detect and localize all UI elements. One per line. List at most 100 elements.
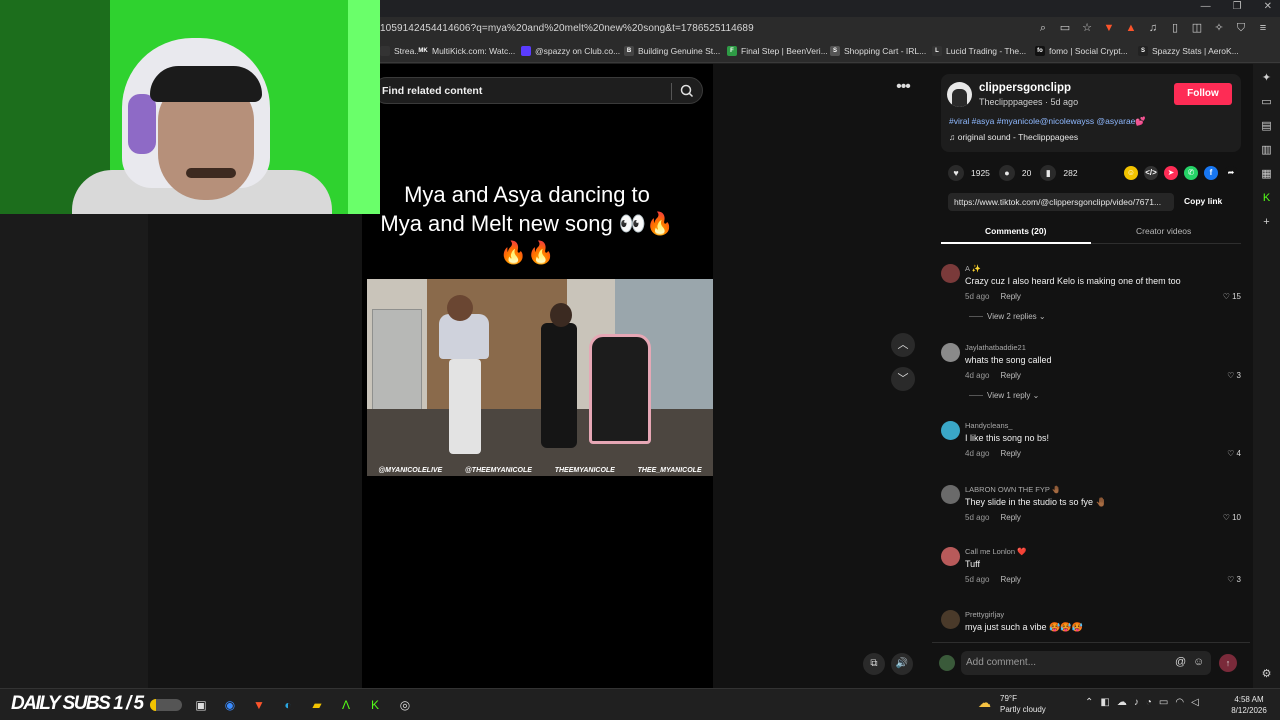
heart-outline-icon[interactable]: ♡ — [1223, 513, 1232, 522]
rewards-icon[interactable]: ▲ — [1124, 20, 1138, 36]
video-link-field[interactable]: https://www.tiktok.com/@clippersgonclipp… — [948, 193, 1174, 211]
tab-creator-videos[interactable]: Creator videos — [1136, 226, 1191, 236]
commenter-avatar[interactable] — [941, 547, 960, 566]
reading-list-icon[interactable]: ▤ — [1260, 120, 1273, 133]
video-description[interactable]: #viral #asya #myanicole@nicolewayss @asy… — [949, 116, 1146, 127]
sound-link[interactable]: ♫ original sound - Theclipppagees — [949, 132, 1078, 142]
related-search-box[interactable]: Find related content — [373, 77, 703, 104]
bookmark-item[interactable]: Strea... — [380, 46, 421, 56]
related-search-input[interactable]: Find related content — [382, 85, 482, 97]
vpn-icon[interactable]: ⛉ — [1234, 20, 1248, 36]
facebook-icon[interactable]: f — [1204, 166, 1218, 180]
commenter-name[interactable]: Prettygirljay — [965, 610, 1004, 619]
terminal-icon[interactable]: Λ — [337, 696, 355, 714]
heart-outline-icon[interactable]: ♡ — [1227, 449, 1236, 458]
embed-icon[interactable]: </> — [1144, 166, 1158, 180]
creator-username[interactable]: clippersgonclipp — [979, 82, 1071, 94]
restore-icon[interactable]: ❐ — [1233, 1, 1242, 12]
bookmark-item[interactable]: F Final Step | BeenVeri... — [727, 46, 828, 56]
copy-link-button[interactable]: Copy link — [1184, 196, 1222, 206]
add-panel-icon[interactable]: + — [1260, 216, 1273, 229]
bookmark-item[interactable]: @spazzy on Club.co... — [521, 46, 620, 56]
close-icon[interactable]: ✕ — [1264, 1, 1272, 12]
like-stat[interactable]: ♥ 1925 — [948, 165, 990, 181]
share-arrow-icon[interactable]: ➦ — [1224, 166, 1238, 180]
save-stat[interactable]: ▮ 282 — [1040, 165, 1078, 181]
search-icon[interactable] — [679, 83, 695, 99]
comment-input[interactable]: Add comment... @ ☺ — [961, 651, 1211, 675]
pip-button[interactable]: ⧉ — [863, 653, 885, 675]
bookmark-item[interactable]: MK MultiKick.com: Watc... — [418, 46, 515, 56]
reply-button[interactable]: Reply — [1000, 513, 1020, 522]
previous-video-button[interactable]: ︿ — [891, 333, 915, 357]
reply-button[interactable]: Reply — [1000, 575, 1020, 584]
commenter-avatar[interactable] — [941, 343, 960, 362]
tv-icon[interactable]: ▭ — [1260, 96, 1273, 109]
video-frame[interactable]: @MYANICOLELIVE @THEEMYANICOLE THEEMYANICOL… — [367, 279, 713, 476]
tab-comments[interactable]: Comments (20) — [985, 226, 1046, 236]
clock[interactable]: 4:58 AM 8/12/2026 — [1229, 694, 1269, 716]
menu-icon[interactable]: ≡ — [1256, 20, 1270, 36]
location-icon[interactable]: ◔ — [1146, 697, 1152, 708]
tray-app-icon[interactable]: ◧ — [1100, 697, 1109, 708]
bookmark-item[interactable]: fo fomo | Social Crypt... — [1035, 46, 1128, 56]
view-replies-button[interactable]: View 1 reply ⌄ — [969, 391, 1039, 400]
bookmarks-panel-icon[interactable]: ▥ — [1260, 144, 1273, 157]
comment-icon[interactable]: ● — [998, 165, 1015, 181]
comment-like-button[interactable]: ♡ 3 — [1227, 371, 1241, 380]
view-replies-button[interactable]: View 2 replies ⌄ — [969, 312, 1046, 321]
display-icon[interactable]: ▭ — [1159, 697, 1168, 708]
edge-icon[interactable]: ◐ — [279, 696, 297, 714]
cloud-icon[interactable]: ☁ — [1117, 697, 1127, 708]
send-icon[interactable]: ➤ — [1164, 166, 1178, 180]
leo-ai-icon[interactable]: ✦ — [1260, 72, 1273, 85]
comment-like-button[interactable]: ♡ 4 — [1227, 449, 1241, 458]
task-view-icon[interactable]: ▣ — [192, 696, 210, 714]
commenter-name[interactable]: Jaylathatbaddie21 — [965, 343, 1026, 352]
comment-like-button[interactable]: ♡ 15 — [1223, 292, 1241, 301]
settings-icon[interactable]: ⚙ — [1260, 668, 1273, 681]
bookmark-icon[interactable]: ▮ — [1040, 165, 1057, 181]
commenter-name[interactable]: Call me Lonlon ❤️ — [965, 547, 1026, 556]
sidebar-icon[interactable]: ▯ — [1168, 20, 1182, 36]
reply-button[interactable]: Reply — [1000, 371, 1020, 380]
post-comment-button[interactable]: ↑ — [1219, 654, 1237, 672]
heart-icon[interactable]: ♥ — [948, 165, 964, 181]
reply-button[interactable]: Reply — [1000, 292, 1020, 301]
extensions-icon[interactable]: ✧ — [1212, 20, 1226, 36]
whatsapp-icon[interactable]: ✆ — [1184, 166, 1198, 180]
collab-icon[interactable]: ☺ — [1124, 166, 1138, 180]
kick-taskbar-icon[interactable]: K — [366, 696, 384, 714]
bookmark-item[interactable]: S Spazzy Stats | AeroK... — [1138, 46, 1239, 56]
history-icon[interactable]: ▦ — [1260, 168, 1273, 181]
volume-button[interactable]: 🔊 — [891, 653, 913, 675]
bookmark-item[interactable]: S Shopping Cart - IRL... — [830, 46, 926, 56]
minimize-icon[interactable]: — — [1201, 1, 1211, 12]
commenter-avatar[interactable] — [941, 610, 960, 629]
obs-icon[interactable]: ◎ — [396, 696, 414, 714]
kick-icon[interactable]: K — [1260, 192, 1273, 205]
reply-button[interactable]: Reply — [1000, 449, 1020, 458]
bookmark-item[interactable]: L Lucid Trading - The... — [932, 46, 1026, 56]
commenter-avatar[interactable] — [941, 264, 960, 283]
commenter-name[interactable]: Handycleans_ — [965, 421, 1013, 430]
heart-outline-icon[interactable]: ♡ — [1223, 292, 1232, 301]
comment-like-button[interactable]: ♡ 10 — [1223, 513, 1241, 522]
commenter-name[interactable]: A ✨ — [965, 264, 981, 273]
search-icon[interactable]: ⌕ — [1036, 20, 1050, 36]
chevron-up-icon[interactable]: ⌃ — [1085, 697, 1093, 708]
heart-outline-icon[interactable]: ♡ — [1227, 371, 1236, 380]
mention-icon[interactable]: @ — [1175, 656, 1186, 668]
comment-like-button[interactable]: ♡ 3 — [1227, 575, 1241, 584]
speaker-icon[interactable]: ◁ — [1191, 697, 1199, 708]
app-icon[interactable]: ◉ — [221, 696, 239, 714]
cast-icon[interactable]: ▭ — [1058, 20, 1072, 36]
bookmark-item[interactable]: B Building Genuine St... — [624, 46, 720, 56]
file-explorer-icon[interactable]: ▰ — [308, 696, 326, 714]
music-icon[interactable]: ♫ — [1146, 20, 1160, 36]
weather-icon[interactable]: ☁ — [978, 695, 996, 711]
follow-button[interactable]: Follow — [1174, 83, 1232, 105]
more-options-button[interactable]: ••• — [890, 78, 916, 102]
heart-outline-icon[interactable]: ♡ — [1227, 575, 1236, 584]
brave-shield-icon[interactable]: ▼ — [1102, 20, 1116, 36]
